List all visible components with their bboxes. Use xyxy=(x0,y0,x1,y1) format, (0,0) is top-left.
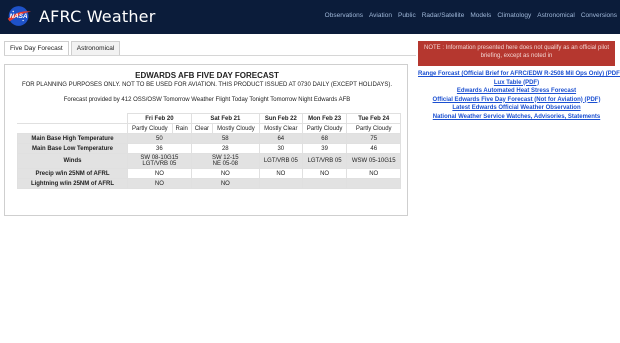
brand[interactable]: NASA AFRC Weather xyxy=(6,4,156,28)
row-label: Lightning w/in 25NM of AFRL xyxy=(17,178,128,189)
table-row-precip: Precip w/in 25NM of AFRL NO NO NO NO NO xyxy=(17,168,401,179)
link-weather-observation[interactable]: Latest Edwards Official Weather Observat… xyxy=(418,104,615,113)
table-cell: 30 xyxy=(258,143,303,154)
nasa-logo-icon: NASA xyxy=(7,6,32,26)
forecast-links: Range Forcast (Official Brief for AFRC/E… xyxy=(418,70,620,122)
condition-cell: Partly Cloudy xyxy=(127,123,173,134)
table-cell: 68 xyxy=(301,133,348,144)
condition-cell: Partly Cloudy xyxy=(346,123,401,134)
link-lux-table[interactable]: Lux Table (PDF) xyxy=(418,79,615,88)
table-row-winds: Winds SW 08-10G15 LGT/VRB 05 SW 12-15 NE… xyxy=(17,153,401,169)
link-nws-watches[interactable]: National Weather Service Watches, Adviso… xyxy=(418,113,615,122)
table-cell: LGT/VRB 05 xyxy=(258,153,303,169)
nav-conversions[interactable]: Conversions xyxy=(581,12,617,19)
svg-text:NASA: NASA xyxy=(10,13,28,20)
table-cell: WSW 05-10G15 xyxy=(346,153,401,169)
nav-climatology[interactable]: Climatology xyxy=(497,12,531,19)
site-title: AFRC Weather xyxy=(39,6,156,26)
table-cell: 58 xyxy=(190,133,260,144)
link-five-day-forecast[interactable]: Official Edwards Five Day Forecast (Not … xyxy=(418,96,615,105)
table-cell xyxy=(301,178,348,189)
nav-radar-satellite[interactable]: Radar/Satellite xyxy=(422,12,465,19)
table-cell: LGT/VRB 05 xyxy=(301,153,348,169)
table-row-low: Main Base Low Temperature 36 28 30 39 46 xyxy=(17,143,401,154)
table-cell: 28 xyxy=(190,143,260,154)
table-cell: NO xyxy=(190,178,260,189)
table-cell: 39 xyxy=(301,143,348,154)
nav-public[interactable]: Public xyxy=(398,12,416,19)
forecast-title: EDWARDS AFB FIVE DAY FORECAST xyxy=(135,71,279,80)
forecast-disclaimer: FOR PLANNING PURPOSES ONLY. NOT TO BE US… xyxy=(21,82,393,88)
table-cell: NO xyxy=(346,168,401,179)
link-range-forecast[interactable]: Range Forcast (Official Brief for AFRC/E… xyxy=(418,70,620,79)
tab-astronomical[interactable]: Astronomical xyxy=(70,41,121,55)
table-cell xyxy=(17,123,128,134)
table-cell: SW 12-15 NE 05-08 xyxy=(190,153,260,169)
table-cell: 50 xyxy=(127,133,192,144)
table-cell: 46 xyxy=(346,143,401,154)
table-cell: SW 08-10G15 LGT/VRB 05 xyxy=(127,153,192,169)
tab-divider xyxy=(4,55,416,56)
forecast-provider: Forecast provided by 412 OSS/OSW Tomorro… xyxy=(63,97,351,103)
table-cell: 36 xyxy=(127,143,192,154)
nav-astronomical[interactable]: Astronomical xyxy=(537,12,575,19)
nav-observations[interactable]: Observations xyxy=(325,12,363,19)
table-row-high: Main Base High Temperature 50 58 64 68 7… xyxy=(17,133,401,144)
day-header: Sun Feb 22 xyxy=(258,113,303,124)
forecast-table: Fri Feb 20 Sat Feb 21 Sun Feb 22 Mon Feb… xyxy=(17,113,401,189)
nav-models[interactable]: Models xyxy=(470,12,491,19)
forecast-panel: EDWARDS AFB FIVE DAY FORECAST FOR PLANNI… xyxy=(4,64,408,216)
condition-cell: Clear xyxy=(190,123,214,134)
day-header: Tue Feb 24 xyxy=(346,113,401,124)
table-row-conditions: Partly Cloudy Rain Clear Mostly Cloudy M… xyxy=(17,123,401,134)
table-cell xyxy=(258,178,303,189)
table-cell: NO xyxy=(190,168,260,179)
table-cell: 75 xyxy=(346,133,401,144)
table-cell: NO xyxy=(127,178,192,189)
condition-cell: Mostly Cloudy xyxy=(212,123,260,134)
tab-bar: Five Day Forecast Astronomical xyxy=(4,41,122,55)
table-row-days: Fri Feb 20 Sat Feb 21 Sun Feb 22 Mon Feb… xyxy=(17,113,401,124)
top-navbar: NASA AFRC Weather Observations Aviation … xyxy=(0,0,620,34)
wind-line: NE 05-08 xyxy=(212,161,238,167)
condition-cell: Partly Cloudy xyxy=(301,123,348,134)
link-heat-stress[interactable]: Edwards Automated Heat Stress Forecast xyxy=(418,87,615,96)
wind-line: LGT/VRB 05 xyxy=(142,161,177,167)
nav-menu: Observations Aviation Public Radar/Satel… xyxy=(325,12,617,19)
table-cell xyxy=(346,178,401,189)
table-cell: 64 xyxy=(258,133,303,144)
condition-cell: Rain xyxy=(171,123,192,134)
row-label: Precip w/in 25NM of AFRL xyxy=(17,168,128,179)
row-label: Main Base High Temperature xyxy=(17,133,128,144)
row-label: Winds xyxy=(17,153,128,169)
tab-five-day-forecast[interactable]: Five Day Forecast xyxy=(4,41,69,55)
condition-cell: Mostly Clear xyxy=(258,123,303,134)
table-corner xyxy=(17,113,128,124)
table-cell: NO xyxy=(301,168,348,179)
nav-aviation[interactable]: Aviation xyxy=(369,12,392,19)
table-row-lightning: Lightning w/in 25NM of AFRL NO NO xyxy=(17,178,401,189)
pilot-briefing-notice: NOTE : Information presented here does n… xyxy=(418,41,615,66)
table-cell: NO xyxy=(127,168,192,179)
row-label: Main Base Low Temperature xyxy=(17,143,128,154)
day-header: Sat Feb 21 xyxy=(190,113,260,124)
day-header: Mon Feb 23 xyxy=(301,113,348,124)
table-cell: NO xyxy=(258,168,303,179)
day-header: Fri Feb 20 xyxy=(127,113,192,124)
